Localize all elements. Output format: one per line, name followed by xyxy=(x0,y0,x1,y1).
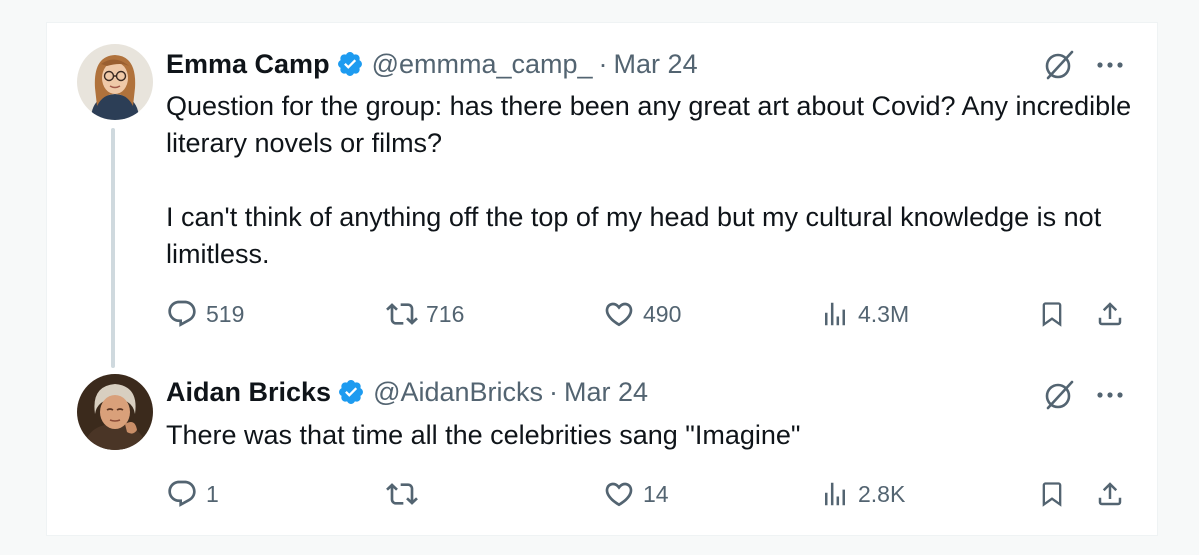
share-button[interactable] xyxy=(1094,477,1126,511)
views-button[interactable]: 4.3M xyxy=(820,297,909,331)
tweet-text: Question for the group: has there been a… xyxy=(166,91,1132,269)
tweet-header: Emma Camp @emmma_camp_ · Mar 24 xyxy=(166,46,698,82)
reply-icon xyxy=(168,300,196,327)
views-icon xyxy=(825,482,845,506)
repost-button[interactable] xyxy=(386,477,426,511)
avatar-emma-image xyxy=(77,44,153,120)
like-icon xyxy=(605,302,633,327)
display-name[interactable]: Aidan Bricks xyxy=(166,377,331,408)
avatar[interactable] xyxy=(77,374,153,450)
header-separator: · xyxy=(598,48,608,79)
like-button[interactable]: 490 xyxy=(603,297,681,331)
repost-icon xyxy=(386,303,418,325)
tweet-text: There was that time all the celebrities … xyxy=(166,420,801,450)
user-handle[interactable]: @AidanBricks xyxy=(373,377,543,408)
bookmark-button[interactable] xyxy=(1036,297,1068,331)
share-button[interactable] xyxy=(1094,297,1126,331)
like-button[interactable]: 14 xyxy=(603,477,669,511)
display-name[interactable]: Emma Camp xyxy=(166,49,330,80)
repost-icon xyxy=(386,483,418,505)
verified-badge-icon xyxy=(336,50,364,78)
verified-badge-icon xyxy=(337,378,365,406)
share-icon xyxy=(1098,482,1122,506)
reply-button[interactable]: 1 xyxy=(166,477,219,511)
reply-count: 1 xyxy=(206,480,219,507)
bookmark-button[interactable] xyxy=(1036,477,1068,511)
avatar-aidan-image xyxy=(77,374,153,450)
tweet-date[interactable]: Mar 24 xyxy=(614,49,698,80)
share-icon xyxy=(1098,302,1122,326)
header-separator: · xyxy=(549,376,559,407)
thread-connector-line xyxy=(111,128,115,368)
tweet-date[interactable]: Mar 24 xyxy=(564,377,648,408)
reply-icon xyxy=(168,480,196,507)
views-button[interactable]: 2.8K xyxy=(820,477,905,511)
like-count: 14 xyxy=(643,480,669,507)
tweet-header: Aidan Bricks @AidanBricks · Mar 24 xyxy=(166,374,648,410)
like-icon xyxy=(605,482,633,507)
bookmark-icon xyxy=(1042,482,1062,507)
bookmark-icon xyxy=(1042,302,1062,327)
user-handle[interactable]: @emmma_camp_ xyxy=(372,49,593,80)
grok-icon[interactable] xyxy=(1042,48,1076,82)
views-count: 2.8K xyxy=(858,480,906,507)
reply-count: 519 xyxy=(206,300,245,327)
more-icon[interactable] xyxy=(1095,380,1125,410)
avatar[interactable] xyxy=(77,44,153,120)
repost-button[interactable]: 716 xyxy=(386,297,464,331)
views-icon xyxy=(825,302,845,326)
repost-count: 716 xyxy=(426,300,465,327)
grok-icon[interactable] xyxy=(1042,378,1076,412)
views-count: 4.3M xyxy=(858,300,910,327)
like-count: 490 xyxy=(643,300,682,327)
more-icon[interactable] xyxy=(1095,50,1125,80)
reply-button[interactable]: 519 xyxy=(166,297,244,331)
